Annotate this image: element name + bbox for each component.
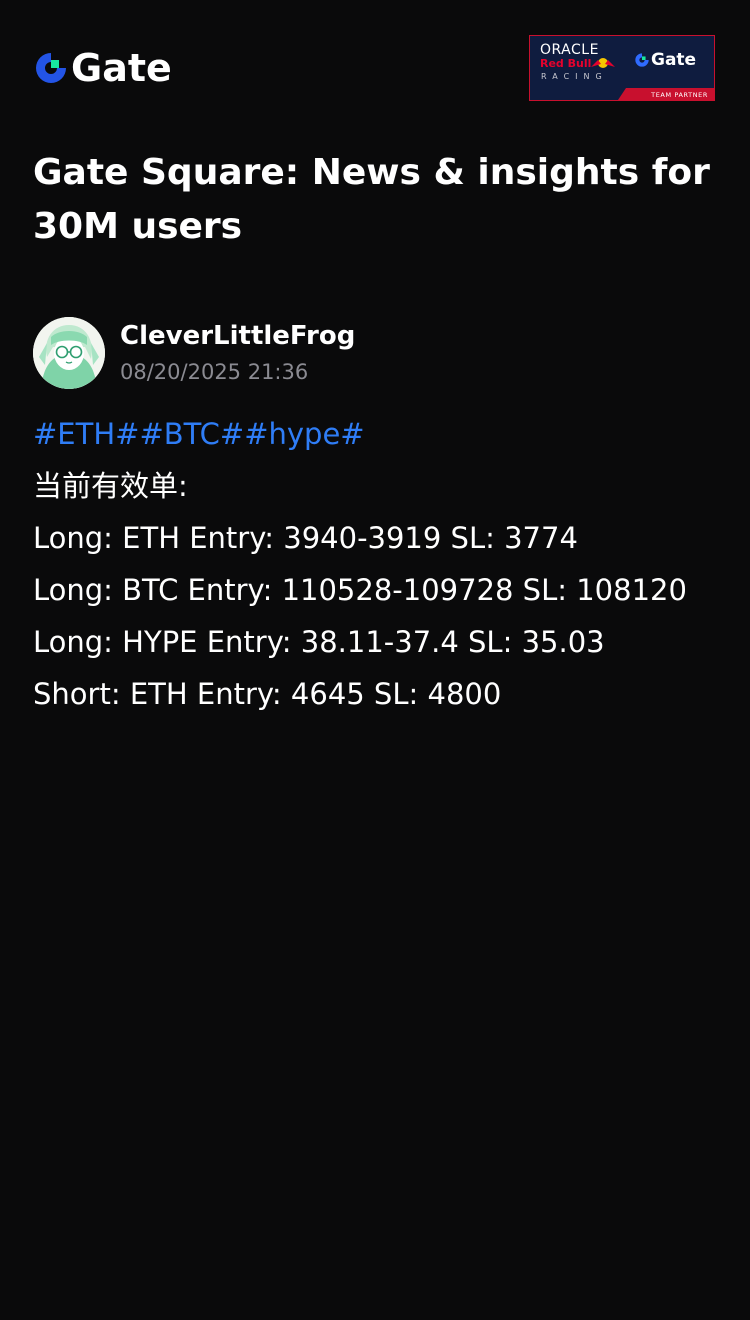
post-line-btc-long: Long: BTC Entry: 110528-109728 SL: 10812…	[33, 573, 687, 607]
tag-link-btc[interactable]: #BTC#	[139, 417, 244, 451]
badge-gate-text: Gate	[651, 50, 697, 70]
tag-link-eth[interactable]: #ETH#	[33, 417, 139, 451]
gate-logo-icon	[635, 53, 649, 67]
post-line-eth-short: Short: ETH Entry: 4645 SL: 4800	[33, 677, 502, 711]
tag-link-hype[interactable]: #hype#	[244, 417, 364, 451]
team-partner-badge[interactable]: ORACLE Red Bull RACING Gate TEAM PARTNER	[529, 35, 715, 101]
page-title: Gate Square: News & insights for 30M use…	[33, 152, 710, 247]
badge-strip: TEAM PARTNER	[618, 88, 714, 100]
badge-redbull-text: Red Bull	[540, 57, 592, 70]
redbull-bulls-icon	[591, 58, 615, 68]
gate-logo[interactable]: Gate	[33, 46, 172, 90]
post-line-eth-long: Long: ETH Entry: 3940-3919 SL: 3774	[33, 521, 578, 555]
author-meta: CleverLittleFrog 08/20/2025 21:36	[120, 318, 355, 388]
badge-racing-text: RACING	[541, 72, 608, 81]
badge-gate-logo: Gate	[634, 50, 696, 70]
post-line-hype-long: Long: HYPE Entry: 38.11-37.4 SL: 35.03	[33, 625, 605, 659]
author-name[interactable]: CleverLittleFrog	[120, 318, 355, 354]
post-timestamp: 08/20/2025 21:36	[120, 360, 309, 384]
post-author: CleverLittleFrog 08/20/2025 21:36	[33, 316, 355, 390]
logo-text: Gate	[71, 46, 172, 90]
gate-logo-icon	[36, 53, 66, 83]
avatar-anime-portrait	[33, 317, 105, 389]
post-body: #ETH##BTC##hype# 当前有效单: Long: ETH Entry:…	[33, 408, 733, 720]
avatar[interactable]	[33, 317, 105, 389]
post-tags: #ETH##BTC##hype#	[33, 408, 733, 460]
header: Gate ORACLE Red Bull RACING Gate TEAM PA…	[0, 0, 750, 120]
team-partner-text: TEAM PARTNER	[651, 91, 708, 99]
post-line-heading: 当前有效单:	[33, 469, 188, 503]
